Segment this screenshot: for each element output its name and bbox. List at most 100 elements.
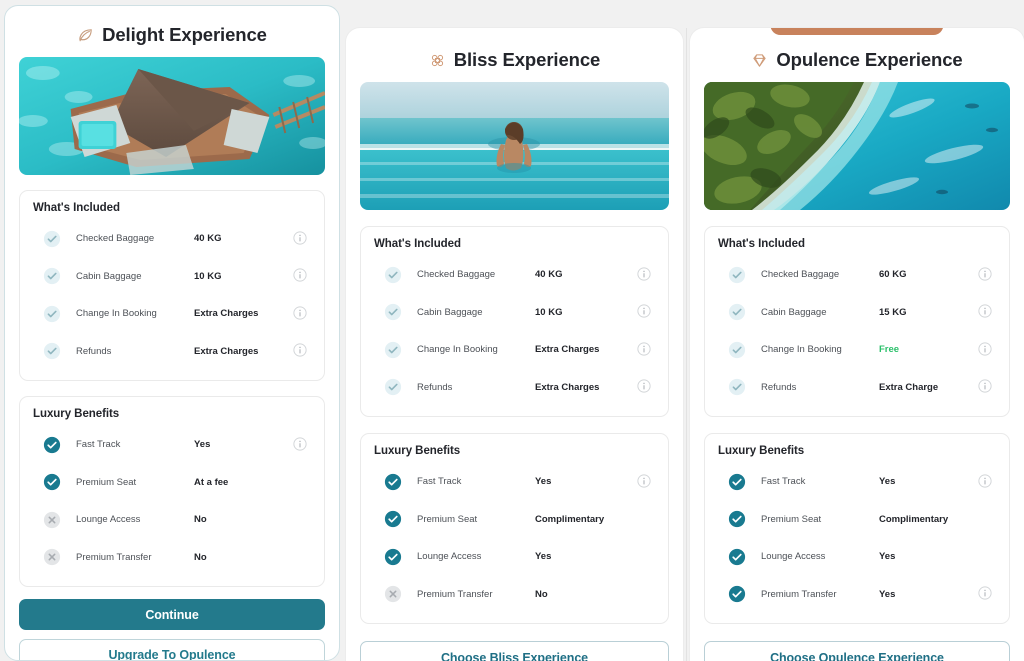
info-icon[interactable] [637,342,653,358]
row-value: Yes [535,551,552,563]
row-label: Lounge Access [76,514,141,526]
table-row[interactable]: Fast Track Yes [33,426,311,464]
choose-bliss-button[interactable]: Choose Bliss Experience [360,641,669,661]
check-light-icon [728,266,746,284]
info-icon[interactable] [293,306,309,322]
hero-image-bliss [360,82,669,210]
info-icon[interactable] [293,343,309,359]
row-label: Change In Booking [417,344,498,356]
info-icon[interactable] [637,379,653,395]
table-row[interactable]: Refunds Extra Charges [33,333,311,371]
table-row[interactable]: Change In Booking Extra Charges [33,295,311,333]
benefits-panel-opulence: Luxury Benefits Fast Track Yes Premium S… [704,433,1010,624]
info-slot-empty [293,549,309,565]
check-filled-icon [728,473,746,491]
experience-card-opulence[interactable]: RECOMMENDED EXPERIENCE Opulence Experien… [690,28,1024,661]
benefits-rows: Fast Track Yes Premium Seat Complimentar… [374,463,655,613]
card-header-opulence: Opulence Experience [690,28,1024,82]
check-filled-icon [384,473,402,491]
included-panel-bliss: What's Included Checked Baggage 40 KG Ca… [360,226,669,417]
recommended-badge: RECOMMENDED EXPERIENCE [770,28,944,35]
table-row[interactable]: Cabin Baggage 15 KG [718,294,996,332]
row-label: Premium Transfer [76,551,152,563]
cross-icon [43,511,61,529]
info-icon[interactable] [293,437,309,453]
cross-icon [384,585,402,603]
row-label: Fast Track [417,476,462,488]
table-row[interactable]: Refunds Extra Charges [374,369,655,407]
table-row[interactable]: Premium Transfer Yes [718,576,996,614]
row-value: Extra Charges [535,344,600,356]
included-title: What's Included [374,238,461,250]
info-icon[interactable] [978,474,994,490]
row-label: Premium Seat [417,513,478,525]
included-panel-delight: What's Included Checked Baggage 40 KG Ca… [19,190,325,381]
row-value: 15 KG [879,306,907,318]
upgrade-to-opulence-button[interactable]: Upgrade To Opulence [19,639,325,660]
card-title-opulence: Opulence Experience [776,49,963,70]
table-row[interactable]: Premium Transfer No [33,539,311,577]
choose-opulence-button[interactable]: Choose Opulence Experience [704,641,1010,661]
benefits-title: Luxury Benefits [33,408,120,420]
table-row[interactable]: Fast Track Yes [374,463,655,501]
table-row[interactable]: Premium Transfer No [374,576,655,614]
table-row[interactable]: Lounge Access Yes [718,538,996,576]
info-icon[interactable] [978,342,994,358]
row-value: At a fee [194,476,229,488]
bliss-actions: Choose Bliss Experience [360,641,669,661]
table-row[interactable]: Premium Seat Complimentary [718,501,996,539]
continue-button[interactable]: Continue [19,599,325,630]
table-row[interactable]: Lounge Access No [33,501,311,539]
info-icon[interactable] [978,586,994,602]
row-label: Cabin Baggage [417,306,483,318]
benefits-title: Luxury Benefits [718,445,805,457]
included-rows: Checked Baggage 40 KG Cabin Baggage 10 K… [374,256,655,406]
info-icon[interactable] [978,267,994,283]
row-label: Refunds [76,345,112,357]
info-icon[interactable] [637,304,653,320]
row-value: Yes [879,476,896,488]
cross-icon [43,548,61,566]
info-icon[interactable] [637,474,653,490]
info-icon[interactable] [637,267,653,283]
row-label: Premium Seat [76,476,137,488]
info-icon[interactable] [293,231,309,247]
table-row[interactable]: Lounge Access Yes [374,538,655,576]
row-label: Premium Transfer [417,588,493,600]
row-label: Checked Baggage [761,269,840,281]
check-light-icon [384,378,402,396]
row-label: Checked Baggage [76,233,155,245]
info-icon[interactable] [978,379,994,395]
row-value: No [194,551,207,563]
experience-card-delight[interactable]: Delight Experience What's Included Check… [4,5,340,661]
check-light-icon [43,305,61,323]
table-row[interactable]: Change In Booking Free [718,331,996,369]
table-row[interactable]: Refunds Extra Charge [718,369,996,407]
experience-card-bliss[interactable]: Bliss Experience What's Included Checked… [346,28,683,661]
check-light-icon [384,266,402,284]
info-icon[interactable] [293,268,309,284]
table-row[interactable]: Cabin Baggage 10 KG [374,294,655,332]
check-light-icon [384,341,402,359]
info-slot-empty [293,512,309,528]
check-filled-icon [43,473,61,491]
table-row[interactable]: Checked Baggage 40 KG [33,220,311,258]
row-value: Extra Charges [535,381,600,393]
card-divider [686,28,687,661]
table-row[interactable]: Premium Seat At a fee [33,464,311,502]
row-label: Change In Booking [761,344,842,356]
row-label: Lounge Access [761,551,826,563]
card-header-bliss: Bliss Experience [346,28,683,82]
table-row[interactable]: Cabin Baggage 10 KG [33,258,311,296]
table-row[interactable]: Checked Baggage 60 KG [718,256,996,294]
row-label: Refunds [417,381,453,393]
table-row[interactable]: Checked Baggage 40 KG [374,256,655,294]
info-icon[interactable] [978,304,994,320]
hero-image-delight [19,57,325,175]
table-row[interactable]: Change In Booking Extra Charges [374,331,655,369]
row-label: Change In Booking [76,308,157,320]
info-slot-empty [978,549,994,565]
benefits-panel-delight: Luxury Benefits Fast Track Yes Premium S… [19,396,325,587]
table-row[interactable]: Fast Track Yes [718,463,996,501]
table-row[interactable]: Premium Seat Complimentary [374,501,655,539]
